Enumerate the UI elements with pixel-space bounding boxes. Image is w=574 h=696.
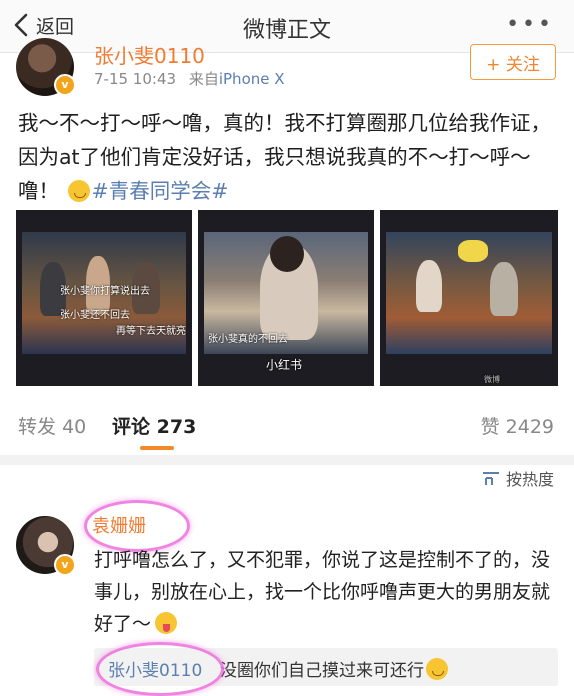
- photo-2-caption-2: 小红书: [266, 358, 303, 372]
- upside-down-face-emoji-icon: [426, 658, 448, 680]
- post-time: 7-15 10:43: [94, 70, 177, 88]
- like-count: 2429: [505, 416, 554, 438]
- photo-1-caption-2: 张小斐还不回去: [60, 310, 130, 321]
- upside-down-face-emoji-icon: [67, 180, 90, 202]
- comment-tab[interactable]: 评论 273: [112, 412, 196, 439]
- post-header: v 张小斐0110 7-15 10:43 来自iPhone X + 关注: [0, 38, 574, 98]
- comment-count: 273: [156, 416, 197, 438]
- repost-count: 40: [62, 416, 87, 438]
- repost-label: 转发: [18, 416, 57, 438]
- verified-badge-icon: v: [54, 74, 76, 96]
- comment-label: 评论: [112, 416, 151, 438]
- highlight-circle-reply-author: [96, 642, 224, 696]
- sort-label: 按热度: [505, 470, 554, 489]
- section-divider: [0, 455, 574, 465]
- like-tab[interactable]: 赞 2429: [481, 412, 554, 439]
- sort-icon: [482, 472, 499, 485]
- verified-badge-icon: v: [54, 554, 76, 576]
- reply-text: 没圈你们自己摸过来可还行: [220, 661, 424, 681]
- post-meta: 7-15 10:43 来自iPhone X: [94, 68, 285, 89]
- comment-text-block: 打呼噜怎么了，又不犯罪，你说了这是控制不了的，没事儿，别放在心上，找一个比你呼噜…: [94, 544, 554, 640]
- sort-by-hot-button[interactable]: 按热度: [482, 466, 554, 490]
- photo-3[interactable]: 微博: [380, 210, 558, 386]
- post-body: 我～不～打～呼～噜，真的！我不打算圈那几位给我作证，因为at了他们肯定没好话，我…: [18, 106, 563, 208]
- tongue-face-emoji-icon: [155, 612, 178, 634]
- repost-tab[interactable]: 转发 40: [18, 412, 86, 439]
- post-author-name[interactable]: 张小斐0110: [94, 40, 205, 69]
- photo-1-caption-3: 再等下去天就亮: [116, 326, 186, 337]
- photo-1[interactable]: 张小斐你打算说出去 张小斐还不回去 再等下去天就亮: [16, 210, 192, 386]
- photo-2[interactable]: 张小斐真的不回去 小红书: [198, 210, 374, 386]
- photo-grid: 张小斐你打算说出去 张小斐还不回去 再等下去天就亮 张小斐真的不回去 小红书 微…: [16, 210, 558, 386]
- post-stats-bar: 转发 40 评论 273 赞 2429: [0, 398, 574, 454]
- like-label: 赞: [480, 416, 500, 438]
- more-options-icon[interactable]: •••: [506, 12, 554, 37]
- photo-3-scene: [386, 232, 552, 354]
- reply-text-block: 没圈你们自己摸过来可还行: [220, 656, 450, 681]
- photo-2-caption-1: 张小斐真的不回去: [208, 334, 288, 345]
- photo-1-caption-1: 张小斐你打算说出去: [60, 286, 150, 297]
- post-source[interactable]: iPhone X: [219, 70, 285, 88]
- author-avatar[interactable]: v: [16, 38, 76, 96]
- source-prefix: 来自: [188, 70, 219, 88]
- active-tab-indicator: [140, 446, 174, 450]
- follow-button[interactable]: + 关注: [470, 44, 556, 80]
- page-title: 微博正文: [242, 18, 331, 43]
- photo-3-caption-1: 微博: [484, 375, 500, 384]
- commenter-avatar[interactable]: v: [16, 516, 76, 576]
- hashtag-link[interactable]: #青春同学会#: [92, 179, 229, 203]
